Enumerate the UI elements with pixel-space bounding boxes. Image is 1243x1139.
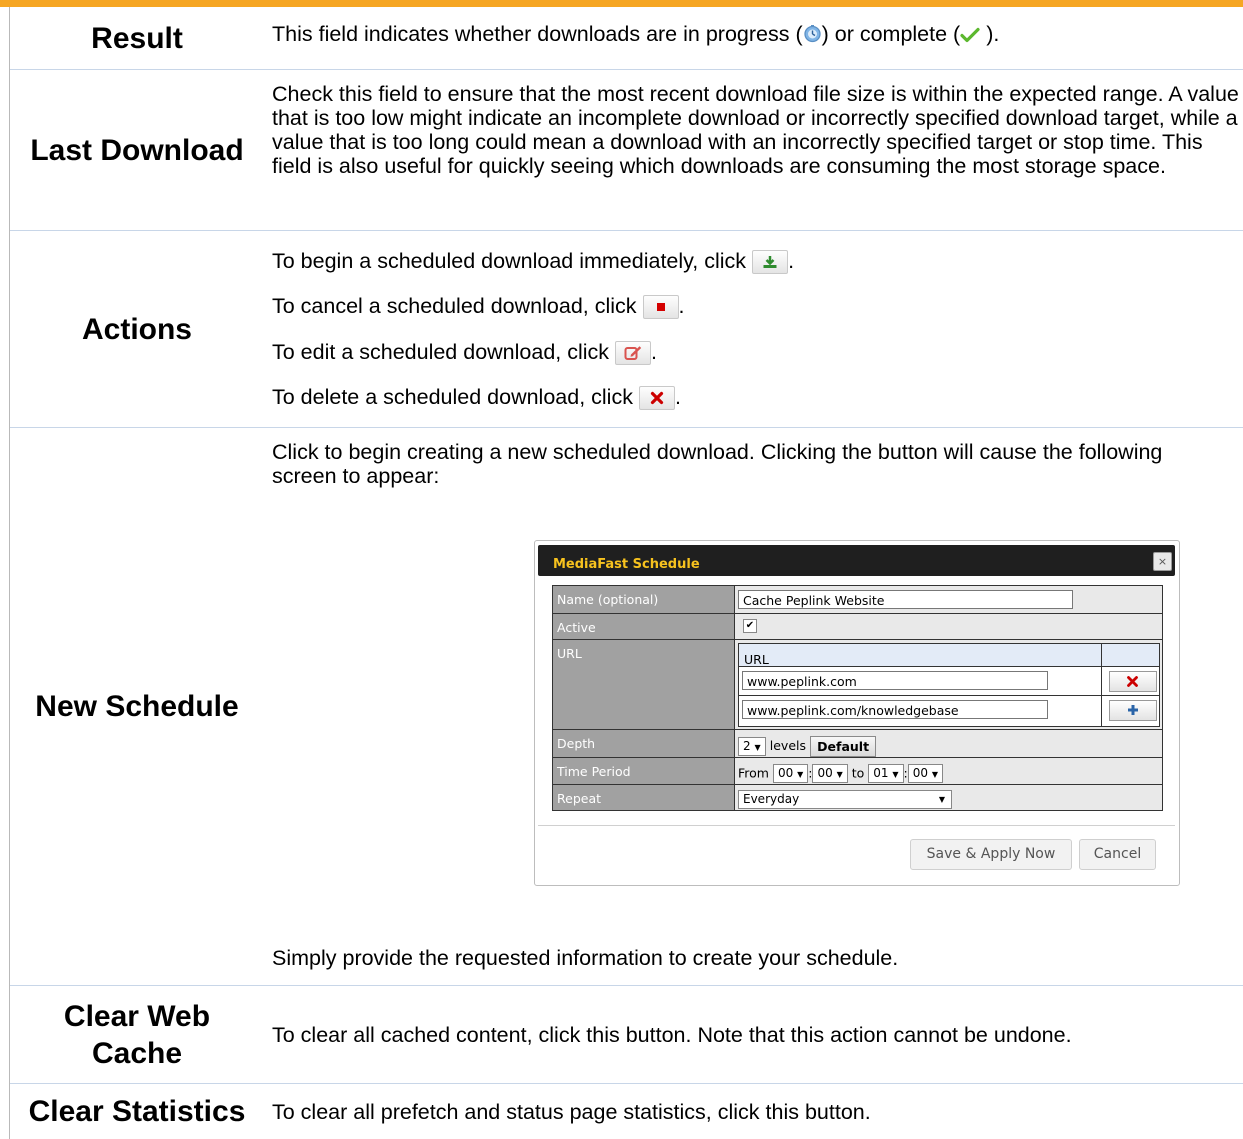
row-result: Result This field indicates whether down… bbox=[10, 7, 1243, 70]
to-minute-select[interactable]: 00 ▼ bbox=[907, 764, 943, 783]
cancel-download-button[interactable] bbox=[642, 295, 679, 320]
close-icon[interactable]: × bbox=[1153, 552, 1172, 571]
row-description: Check this field to ensure that the most… bbox=[272, 82, 1239, 178]
row-label: Last Download bbox=[30, 133, 244, 167]
add-icon bbox=[1128, 705, 1138, 715]
row-new-schedule: New Schedule Click to begin creating a n… bbox=[10, 428, 1243, 986]
depth-label: Depth bbox=[553, 730, 734, 757]
row-description: To clear all prefetch and status page st… bbox=[272, 1099, 871, 1124]
name-row: Name (optional) Cache Peplink Website bbox=[553, 586, 1162, 613]
download-button[interactable] bbox=[752, 250, 789, 275]
url-input-2[interactable]: www.peplink.com/knowledgebase bbox=[742, 700, 1048, 719]
name-label: Name (optional) bbox=[553, 586, 734, 613]
action-begin-line: To begin a scheduled download immediatel… bbox=[272, 249, 795, 275]
delete-icon bbox=[650, 392, 664, 405]
name-input[interactable]: Cache Peplink Website bbox=[738, 590, 1073, 609]
from-minute-select[interactable]: 00 ▼ bbox=[812, 764, 848, 783]
action-edit-line: To edit a scheduled download, click. bbox=[272, 340, 658, 366]
stop-icon bbox=[656, 303, 665, 312]
action-cancel-line: To cancel a scheduled download, click. bbox=[272, 294, 685, 320]
row-last-download: Last Download Check this field to ensure… bbox=[10, 70, 1243, 231]
row-description: This field indicates whether downloads a… bbox=[272, 22, 1000, 48]
repeat-label: Repeat bbox=[553, 785, 734, 810]
add-url-button[interactable] bbox=[1109, 700, 1157, 721]
depth-select[interactable]: 2 ▼ bbox=[738, 736, 766, 756]
download-icon bbox=[763, 256, 777, 269]
from-hour-select[interactable]: 00 ▼ bbox=[772, 764, 809, 783]
active-row: Active ✔ bbox=[553, 614, 1162, 639]
new-schedule-intro: Click to begin creating a new scheduled … bbox=[272, 440, 1163, 488]
time-period-row: Time Period From 00 ▼:00 ▼ to 01 ▼:00 ▼ bbox=[553, 758, 1162, 784]
dialog-title: MediaFast Schedule bbox=[553, 557, 700, 572]
row-label: Clear Statistics bbox=[28, 1095, 246, 1128]
to-hour-select[interactable]: 01 ▼ bbox=[868, 764, 904, 783]
save-apply-button[interactable]: Save & Apply Now bbox=[910, 839, 1072, 870]
row-clear-web-cache: Clear Web Cache To clear all cached cont… bbox=[10, 986, 1243, 1084]
edit-icon bbox=[624, 346, 642, 361]
active-checkbox[interactable]: ✔ bbox=[743, 619, 757, 633]
edit-button[interactable] bbox=[615, 341, 652, 366]
cancel-button[interactable]: Cancel bbox=[1079, 839, 1156, 870]
url-label: URL bbox=[553, 640, 734, 729]
row-label: Clear Web Cache bbox=[63, 999, 211, 1070]
row-description: To begin a scheduled download immediatel… bbox=[272, 231, 1243, 427]
delete-button[interactable] bbox=[638, 386, 675, 411]
url-row: URL URL www.peplink.com www.peplink.com/… bbox=[553, 640, 1162, 729]
time-period-label: Time Period bbox=[553, 758, 734, 784]
progress-icon bbox=[803, 24, 822, 48]
complete-check-icon bbox=[960, 24, 980, 48]
default-button[interactable]: Default bbox=[810, 735, 877, 757]
repeat-row: Repeat Everyday ▼ bbox=[553, 785, 1162, 810]
row-description: To clear all cached content, click this … bbox=[272, 1022, 1072, 1047]
dialog-footer-divider bbox=[538, 825, 1175, 826]
url-input-1[interactable]: www.peplink.com bbox=[742, 671, 1048, 690]
row-label: Actions bbox=[81, 312, 192, 346]
mediafast-schedule-dialog: MediaFast Schedule × Name (optional) Cac… bbox=[534, 540, 1180, 886]
row-actions: Actions To begin a scheduled download im… bbox=[10, 231, 1243, 428]
row-label: New Schedule bbox=[35, 690, 239, 723]
row-description: Click to begin creating a new scheduled … bbox=[272, 428, 1243, 985]
top-accent-bar bbox=[0, 0, 1243, 7]
url-table: URL www.peplink.com www.peplink.com/know… bbox=[738, 643, 1160, 727]
schedule-form: Name (optional) Cache Peplink Website Ac… bbox=[552, 585, 1163, 811]
row-clear-statistics: Clear Statistics To clear all prefetch a… bbox=[10, 1084, 1243, 1139]
delete-icon bbox=[1127, 676, 1138, 687]
active-label: Active bbox=[553, 614, 734, 639]
repeat-select[interactable]: Everyday ▼ bbox=[738, 790, 952, 809]
dialog-header: MediaFast Schedule × bbox=[538, 545, 1175, 576]
remove-url-button[interactable] bbox=[1109, 671, 1157, 692]
new-schedule-outro: Simply provide the requested information… bbox=[272, 946, 899, 970]
row-label: Result bbox=[91, 21, 183, 55]
action-delete-line: To delete a scheduled download, click. bbox=[272, 385, 681, 411]
depth-unit: levels bbox=[769, 738, 807, 753]
depth-row: Depth 2 ▼ levels Default bbox=[553, 730, 1162, 757]
